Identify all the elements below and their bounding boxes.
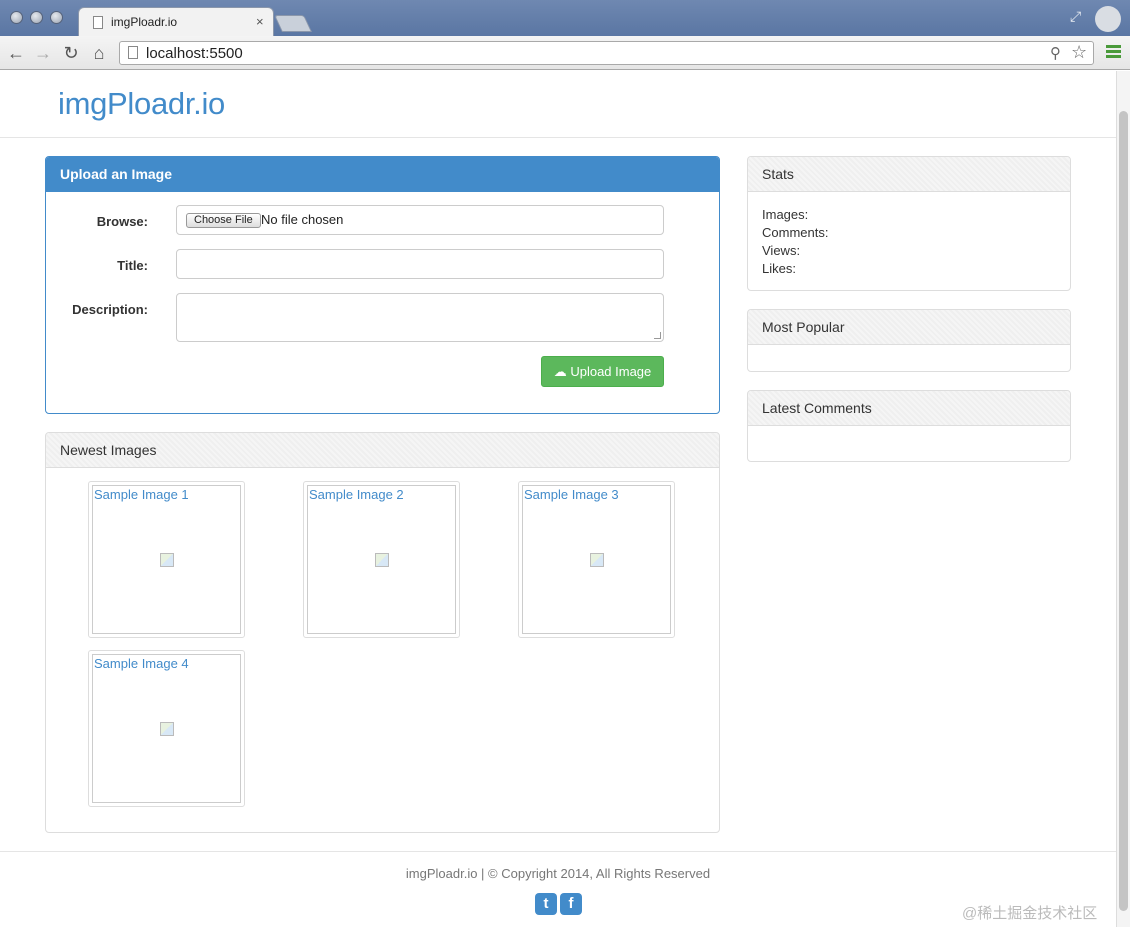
header-divider: [0, 137, 1116, 138]
back-arrow-icon[interactable]: ←: [6, 43, 26, 63]
browser-titlebar: imgPloadr.io × ⤢: [0, 0, 1130, 36]
footer-divider: [0, 851, 1116, 852]
search-icon[interactable]: ⚲: [1050, 44, 1061, 62]
new-tab-button[interactable]: [274, 15, 312, 32]
upload-panel-title: Upload an Image: [46, 157, 719, 192]
footer-copyright: imgPloadr.io | © Copyright 2014, All Rig…: [405, 866, 711, 881]
broken-image-icon[interactable]: [375, 553, 389, 567]
site-brand[interactable]: imgPloadr.io: [58, 86, 225, 122]
image-thumbnail[interactable]: Sample Image 4: [88, 650, 245, 807]
window-maximize-icon[interactable]: [50, 11, 63, 24]
page-scrollbar[interactable]: [1116, 71, 1130, 927]
thumbnail-frame: Sample Image 1: [92, 485, 241, 634]
broken-image-icon[interactable]: [160, 553, 174, 567]
broken-image-icon[interactable]: [590, 553, 604, 567]
cloud-upload-icon: ☁: [553, 364, 571, 379]
facebook-icon[interactable]: f: [560, 893, 582, 915]
choose-file-button[interactable]: Choose File: [186, 213, 261, 228]
page-icon: [128, 46, 138, 59]
thumbnail-link[interactable]: Sample Image 4: [94, 656, 189, 671]
twitter-icon[interactable]: t: [535, 893, 557, 915]
image-thumbnail[interactable]: Sample Image 3: [518, 481, 675, 638]
thumbnail-link[interactable]: Sample Image 1: [94, 487, 189, 502]
newest-images-title: Newest Images: [46, 433, 719, 468]
stat-images: Images:: [762, 207, 809, 222]
browse-label: Browse:: [96, 214, 148, 229]
stats-panel: Stats Images: Comments: Views: Likes:: [747, 156, 1071, 291]
most-popular-panel: Most Popular: [747, 309, 1071, 372]
most-popular-title: Most Popular: [748, 310, 1070, 345]
url-text[interactable]: localhost:5500: [146, 45, 243, 62]
tab-close-icon[interactable]: ×: [256, 14, 264, 29]
menu-icon[interactable]: [1106, 45, 1121, 60]
watermark: @稀土掘金技术社区: [962, 905, 1098, 922]
home-icon[interactable]: ⌂: [89, 43, 109, 63]
address-bar[interactable]: localhost:5500 ⚲ ☆: [119, 41, 1094, 65]
broken-image-icon[interactable]: [160, 722, 174, 736]
window-minimize-icon[interactable]: [30, 11, 43, 24]
stats-title: Stats: [748, 157, 1070, 192]
upload-panel: Upload an Image Browse: Choose File No f…: [45, 156, 720, 414]
thumbnail-frame: Sample Image 2: [307, 485, 456, 634]
stat-views: Views:: [762, 243, 801, 258]
page-icon: [93, 16, 103, 29]
scrollbar-thumb[interactable]: [1119, 111, 1128, 911]
thumbnail-link[interactable]: Sample Image 2: [309, 487, 404, 502]
latest-comments-title: Latest Comments: [748, 391, 1070, 426]
image-thumbnail[interactable]: Sample Image 1: [88, 481, 245, 638]
reload-icon[interactable]: ↻: [61, 43, 81, 63]
description-textarea[interactable]: [176, 293, 664, 342]
no-file-text: No file chosen: [261, 212, 344, 227]
star-icon[interactable]: ☆: [1071, 42, 1087, 63]
upload-image-button[interactable]: ☁ Upload Image: [541, 356, 664, 387]
tab-title: imgPloadr.io: [111, 15, 178, 29]
thumbnail-frame: Sample Image 3: [522, 485, 671, 634]
browser-tab[interactable]: imgPloadr.io ×: [78, 7, 274, 36]
fullscreen-icon[interactable]: ⤢: [1070, 8, 1088, 26]
description-label: Description:: [72, 302, 148, 317]
file-input[interactable]: Choose File No file chosen: [176, 205, 664, 235]
title-input[interactable]: [176, 249, 664, 279]
latest-comments-panel: Latest Comments: [747, 390, 1071, 462]
incognito-icon: [1095, 6, 1121, 32]
stat-comments: Comments:: [762, 225, 829, 240]
newest-images-panel: Newest Images Sample Image 1 Sample Imag…: [45, 432, 720, 833]
forward-arrow-icon[interactable]: →: [33, 43, 53, 63]
browser-toolbar: ← → ↻ ⌂ localhost:5500 ⚲ ☆: [0, 36, 1130, 70]
upload-button-label: Upload Image: [570, 364, 652, 379]
image-thumbnail[interactable]: Sample Image 2: [303, 481, 460, 638]
upload-form: Browse: Choose File No file chosen Title…: [46, 192, 719, 413]
resize-grip[interactable]: [654, 332, 661, 339]
window-close-icon[interactable]: [10, 11, 23, 24]
title-label: Title:: [117, 258, 148, 273]
stat-likes: Likes:: [762, 261, 796, 276]
stats-list: Images: Comments: Views: Likes:: [748, 192, 1070, 278]
thumbnail-link[interactable]: Sample Image 3: [524, 487, 619, 502]
thumbnail-frame: Sample Image 4: [92, 654, 241, 803]
